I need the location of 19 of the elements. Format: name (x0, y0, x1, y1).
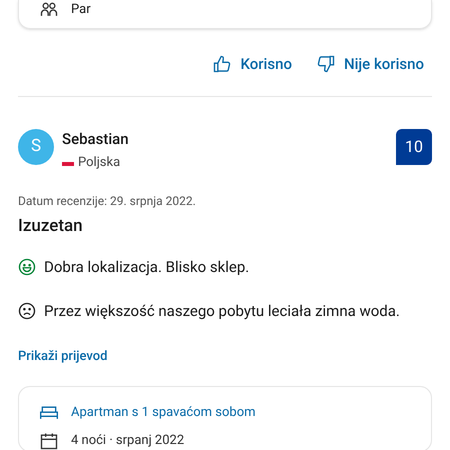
review-comment: Dobra lokalizacja. Blisko sklep. (44, 256, 250, 278)
score-badge: 10 (396, 128, 432, 164)
thumbs-up-icon (212, 54, 232, 74)
stay-detail: Par (71, 2, 91, 18)
feedback-button[interactable]: Korisno (212, 53, 292, 76)
reviewer-name: Sebastian (62, 128, 130, 148)
review-comment: Przez większość naszego pobytu leciała zimna woda. (44, 301, 400, 322)
frown-icon (18, 302, 36, 320)
review-title: Izuzetan (18, 215, 84, 238)
calendar-icon (39, 431, 59, 450)
stay-detail: Apartman s 1 spavaćom sobom (71, 405, 256, 421)
thumbs-down-icon (316, 54, 336, 74)
translate-link[interactable]: Prikaži prijevod (18, 346, 432, 366)
country-name: Poljska (78, 154, 120, 172)
review-date: Datum recenzije: 29. srpnja 2022. (18, 193, 197, 210)
stay-detail: 4 noći · srpanj 2022 (71, 433, 184, 449)
avatar: S (18, 128, 54, 164)
feedback-button[interactable]: Nije korisno (316, 53, 424, 76)
smiley-icon (18, 258, 36, 276)
